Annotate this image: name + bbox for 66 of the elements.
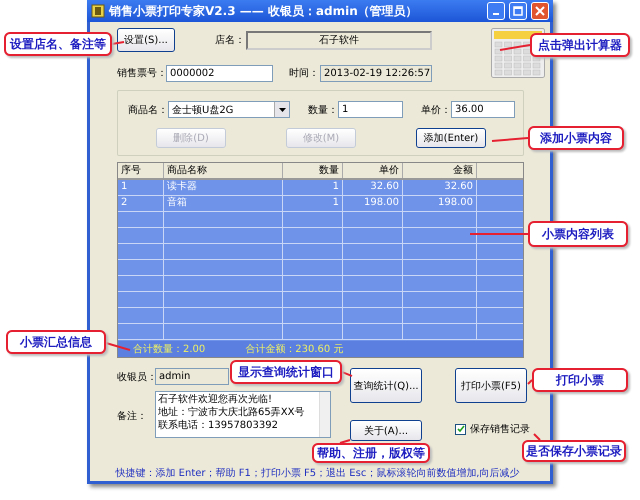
table-cell: 1: [118, 180, 164, 195]
minimize-button[interactable]: [487, 2, 505, 20]
callout: 是否保存小票记录: [522, 440, 626, 462]
minimize-icon: [493, 13, 499, 15]
leader-line: [112, 41, 124, 45]
price-label: 单价：: [421, 104, 451, 116]
shop-name-field[interactable]: 石子软件: [246, 30, 432, 50]
callout: 打印小票: [532, 368, 628, 392]
print-button[interactable]: 打印小票(F5): [455, 368, 527, 403]
time-field[interactable]: 2013-02-19 12:26:57: [320, 64, 432, 82]
settings-button[interactable]: 设置(S)...: [117, 28, 175, 52]
time-label: 时间：: [289, 66, 320, 80]
leader-line: [500, 44, 530, 51]
leader-line: [340, 439, 350, 444]
save-record-label: 保存销售记录: [470, 423, 530, 436]
quantity-label: 数量：: [308, 104, 338, 116]
callout: 添加小票内容: [528, 126, 624, 150]
checkbox[interactable]: [455, 424, 466, 434]
note-field[interactable]: 石子软件欢迎您再次光临! 地址：宁波市大庆北路65弄XX号 联系电话：13957803392: [155, 391, 331, 438]
maximize-button[interactable]: [509, 2, 527, 20]
price-field[interactable]: 36.00: [451, 101, 515, 118]
item-button[interactable]: 添加(Enter): [416, 128, 486, 148]
callout: 帮助、注册，版权等: [312, 443, 430, 463]
leader-line: [470, 233, 528, 235]
column-header[interactable]: 数量: [283, 163, 343, 178]
cashier-field[interactable]: admin: [155, 368, 229, 385]
column-header[interactable]: 单价: [343, 163, 403, 178]
leader-line: [342, 371, 352, 377]
maximize-icon: [513, 6, 523, 16]
quantity-field[interactable]: 1: [338, 101, 403, 118]
close-button[interactable]: [531, 2, 549, 20]
cashier-label: 收银员：: [117, 370, 155, 384]
column-header[interactable]: 序号: [118, 163, 164, 178]
table-cell: 2: [118, 196, 164, 211]
callout: 设置店名、备注等: [4, 32, 112, 56]
table-cell: 198.00: [403, 196, 477, 211]
table-cell: 1: [283, 180, 343, 195]
shop-label: 店名：: [215, 34, 246, 47]
callout: 点击弹出计算器: [530, 33, 630, 57]
table-cell: 32.60: [343, 180, 403, 195]
product-label: 商品名：: [128, 104, 168, 116]
ticket-number-field[interactable]: 0000002: [166, 64, 273, 82]
product-dropdown[interactable]: 金士顿U盘2G: [168, 101, 290, 118]
close-icon: [535, 6, 545, 16]
ticket-number-label: 销售票号：: [117, 67, 166, 80]
about-button[interactable]: 关于(A)...: [350, 420, 422, 441]
table-cell: 音箱: [164, 196, 283, 211]
table-cell: 198.00: [343, 196, 403, 211]
column-header[interactable]: 金额: [403, 163, 477, 178]
table-cell: 1: [283, 196, 343, 211]
leader-line: [106, 342, 130, 351]
total-amount: 合计金额：230.60 元: [245, 342, 344, 356]
table-cell: 读卡器: [164, 180, 283, 195]
note-label: 备注：: [117, 410, 148, 423]
total-quantity: 合计数量：2.00: [133, 342, 206, 356]
app-icon: [91, 4, 105, 18]
caret-icon: [278, 108, 286, 112]
shortcut-hint: 快捷键：添加 Enter；帮助 F1；打印小票 F5；退出 Esc；鼠标滚轮向前数值增加,向后减少: [114, 468, 520, 480]
leader-line: [492, 137, 528, 142]
column-header[interactable]: 商品名称: [164, 163, 283, 178]
window-title: 销售小票打印专家V2.3 —— 收银员：admin（管理员）: [109, 2, 419, 20]
callout: 小票汇总信息: [6, 330, 106, 354]
callout: 显示查询统计窗口: [230, 360, 342, 384]
callout: 小票内容列表: [528, 221, 628, 247]
table-cell: 32.60: [403, 180, 477, 195]
query-button[interactable]: 查询统计(Q)...: [350, 368, 422, 403]
